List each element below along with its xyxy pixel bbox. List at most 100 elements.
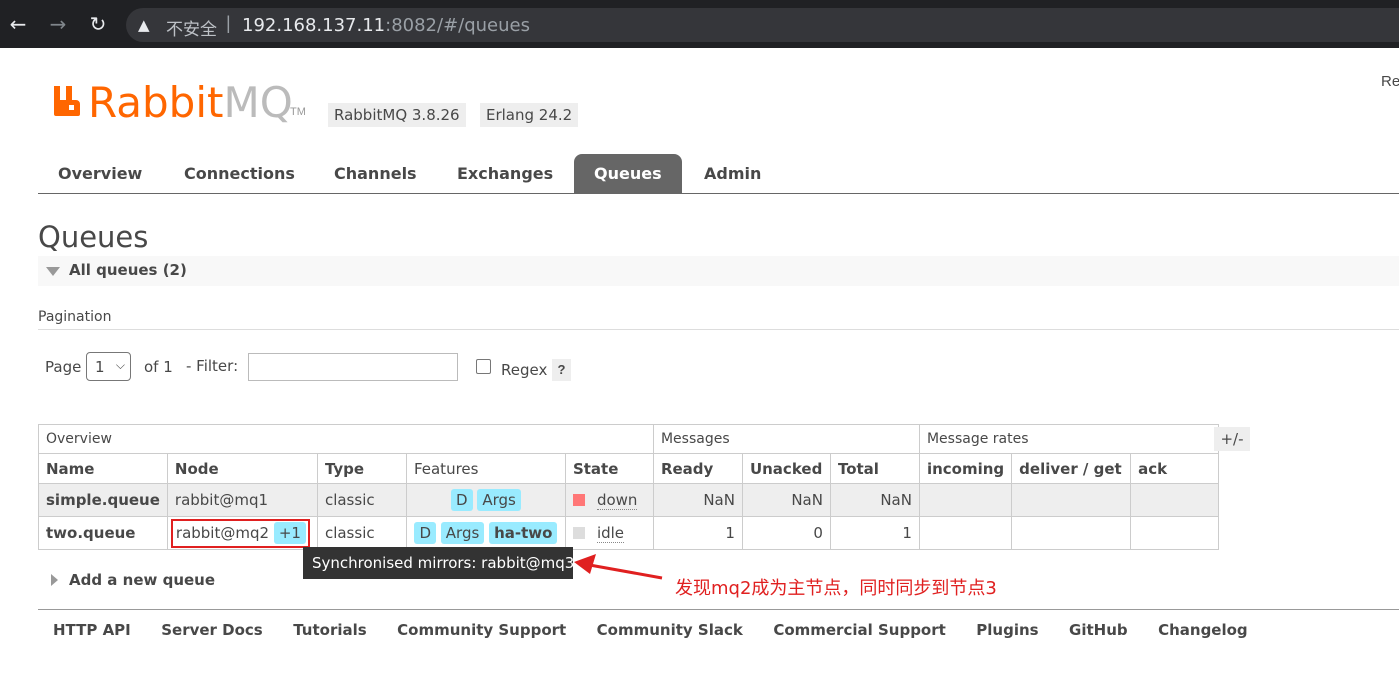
- page-select[interactable]: 1 ⌵: [86, 352, 131, 381]
- reload-icon[interactable]: ↻: [86, 12, 110, 36]
- mirrors-tooltip: Synchronised mirrors: rabbit@mq3: [303, 547, 574, 579]
- tab-connections[interactable]: Connections: [164, 154, 315, 193]
- state-down-indicator: [572, 494, 585, 506]
- tab-exchanges[interactable]: Exchanges: [437, 154, 573, 193]
- page-select-value: 1: [95, 358, 105, 376]
- header-right-text[interactable]: Re: [1381, 73, 1399, 90]
- deliver-get-rate: [1011, 483, 1132, 517]
- tab-queues[interactable]: Queues: [574, 154, 682, 193]
- ack-rate: [1130, 516, 1220, 550]
- state-label[interactable]: idle: [596, 524, 625, 543]
- ready-count: NaN: [652, 483, 743, 517]
- footer-link-commercial-support[interactable]: Commercial Support: [773, 621, 946, 639]
- logo-mq-text: MQ: [223, 78, 293, 127]
- page-count-label: of 1: [144, 358, 173, 376]
- tab-overview[interactable]: Overview: [38, 154, 162, 193]
- chevron-down-icon: ⌵: [115, 358, 125, 372]
- footer-link-tutorials[interactable]: Tutorials: [293, 621, 366, 639]
- queue-name-link[interactable]: simple.queue: [38, 483, 168, 517]
- column-header-node[interactable]: Node: [166, 453, 318, 484]
- feature-durable-badge[interactable]: D: [414, 522, 437, 544]
- mirror-count-badge[interactable]: +1: [273, 521, 306, 544]
- group-header-message-rates: Message rates: [918, 424, 1220, 454]
- expand-triangle-icon: [51, 574, 58, 586]
- feature-durable-badge[interactable]: D: [451, 489, 473, 511]
- incoming-rate: [918, 516, 1013, 550]
- url-host: 192.168.137.11: [242, 15, 386, 36]
- address-bar[interactable]: ▲ 不安全 | 192.168.137.11:8082/#/queues: [126, 8, 1399, 42]
- ready-count: 1: [652, 516, 743, 550]
- url-text[interactable]: 192.168.137.11:8082/#/queues: [242, 15, 530, 36]
- logo-rabbit-text: Rabbit: [88, 78, 224, 127]
- column-header-deliver-get[interactable]: deliver / get: [1011, 453, 1132, 484]
- ack-rate: [1130, 483, 1220, 517]
- browser-toolbar: ← → ↻ ▲ 不安全 | 192.168.137.11:8082/#/queu…: [0, 0, 1399, 48]
- table-row[interactable]: two.queue rabbit@mq2 +1 classic D Args h…: [38, 516, 1220, 550]
- regex-label: Regex: [501, 361, 548, 379]
- pagination-divider: [38, 329, 1399, 330]
- url-path: :8082/#/queues: [385, 15, 530, 36]
- main-nav-tabs: Overview Connections Channels Exchanges …: [38, 154, 1399, 194]
- filter-input[interactable]: [248, 353, 458, 381]
- footer-link-http-api[interactable]: HTTP API: [53, 621, 131, 639]
- node-highlight-box: rabbit@mq2 +1: [170, 518, 310, 548]
- add-queue-label: Add a new queue: [69, 571, 216, 589]
- filter-label: - Filter:: [186, 357, 239, 375]
- column-header-ready[interactable]: Ready: [652, 453, 743, 484]
- queue-type: classic: [316, 516, 407, 550]
- back-arrow-icon[interactable]: ←: [6, 12, 30, 36]
- footer-link-server-docs[interactable]: Server Docs: [161, 621, 263, 639]
- logo-trademark: TM: [290, 106, 306, 118]
- column-header-incoming[interactable]: incoming: [918, 453, 1013, 484]
- regex-help-button[interactable]: ?: [552, 359, 571, 381]
- regex-checkbox[interactable]: [476, 359, 491, 374]
- footer-divider: [38, 609, 1399, 610]
- section-label: All queues (2): [69, 261, 187, 279]
- total-count: NaN: [829, 483, 920, 517]
- deliver-get-rate: [1011, 516, 1132, 550]
- collapse-triangle-icon: [46, 267, 60, 276]
- tab-admin[interactable]: Admin: [684, 154, 781, 193]
- policy-badge[interactable]: ha-two: [489, 522, 558, 544]
- footer-link-community-slack[interactable]: Community Slack: [597, 621, 743, 639]
- total-count: 1: [829, 516, 920, 550]
- queue-state: idle: [564, 516, 654, 550]
- queue-type: classic: [316, 483, 407, 517]
- pagination-label: Pagination: [38, 309, 112, 325]
- queue-state: down: [564, 483, 654, 517]
- queue-node: rabbit@mq2 +1: [166, 516, 318, 550]
- footer-link-plugins[interactable]: Plugins: [976, 621, 1038, 639]
- columns-toggle-button[interactable]: +/-: [1214, 427, 1250, 451]
- feature-args-badge[interactable]: Args: [440, 522, 485, 544]
- address-separator: |: [226, 13, 231, 33]
- feature-args-badge[interactable]: Args: [477, 489, 521, 511]
- queue-features: D Args ha-two: [405, 516, 566, 550]
- footer-link-changelog[interactable]: Changelog: [1158, 621, 1248, 639]
- insecure-label[interactable]: 不安全: [166, 15, 217, 40]
- column-header-features: Features: [405, 453, 566, 484]
- page-title: Queues: [38, 220, 149, 254]
- version-badge: RabbitMQ 3.8.26: [328, 103, 466, 127]
- annotation-arrow-icon: [574, 554, 663, 580]
- annotation-text: 发现mq2成为主节点，同时同步到节点3: [675, 578, 997, 599]
- column-header-unacked[interactable]: Unacked: [741, 453, 831, 484]
- all-queues-section-toggle[interactable]: All queues (2): [38, 256, 1399, 286]
- column-header-ack[interactable]: ack: [1130, 453, 1220, 484]
- column-header-total[interactable]: Total: [829, 453, 920, 484]
- footer-link-community-support[interactable]: Community Support: [397, 621, 566, 639]
- column-header-name[interactable]: Name: [38, 453, 168, 484]
- group-header-overview: Overview: [38, 424, 654, 454]
- column-header-state[interactable]: State: [564, 453, 654, 484]
- forward-arrow-icon[interactable]: →: [46, 12, 70, 36]
- state-label[interactable]: down: [596, 491, 638, 510]
- unacked-count: 0: [741, 516, 831, 550]
- footer-link-github[interactable]: GitHub: [1069, 621, 1128, 639]
- queue-name-link[interactable]: two.queue: [38, 516, 168, 550]
- column-header-type[interactable]: Type: [316, 453, 407, 484]
- warning-icon[interactable]: ▲: [138, 16, 150, 34]
- tab-channels[interactable]: Channels: [314, 154, 437, 193]
- queue-features: D Args: [405, 483, 566, 517]
- unacked-count: NaN: [741, 483, 831, 517]
- group-header-messages: Messages: [652, 424, 920, 454]
- table-row[interactable]: simple.queue rabbit@mq1 classic D Args d…: [38, 483, 1220, 517]
